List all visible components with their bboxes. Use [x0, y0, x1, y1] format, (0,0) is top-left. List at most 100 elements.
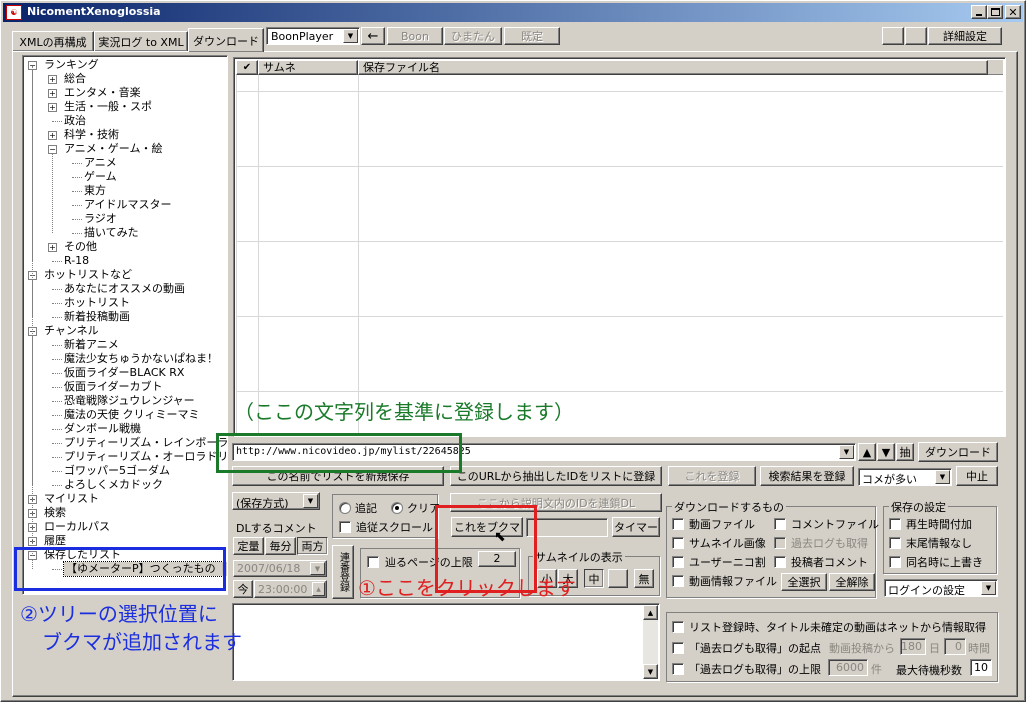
tree-item[interactable]: アニメ・ゲーム・絵 — [64, 142, 162, 156]
deselect-all-button[interactable]: 全解除 — [829, 573, 875, 591]
tree-item[interactable]: 新着投稿動画 — [64, 310, 130, 324]
tree-item[interactable]: プリティーリズム・レインボーライブ — [64, 436, 227, 450]
tree-item[interactable]: ランキング — [44, 58, 99, 72]
register-results-button[interactable]: 検索結果を登録 — [760, 466, 854, 486]
follow-scroll-checkbox[interactable] — [339, 521, 351, 533]
download-button[interactable]: ダウンロード — [918, 442, 998, 462]
tree-item[interactable]: ゲーム — [84, 170, 117, 184]
thumb-none-button[interactable]: 無 — [634, 569, 654, 588]
thumb-mid-button[interactable]: 中 — [584, 569, 604, 588]
tree-item[interactable]: ホットリスト — [64, 296, 130, 310]
check-column-header[interactable]: ✔ — [236, 60, 258, 75]
video-info-checkbox[interactable] — [672, 575, 684, 587]
tab-live-log[interactable]: 実況ログ to XML — [94, 31, 188, 51]
boon-button[interactable]: Boon — [387, 27, 443, 45]
serial-register-button[interactable]: 連番登録 — [332, 545, 354, 599]
tree-item[interactable]: プリティーリズム・オーロラドリーム — [64, 450, 227, 464]
both-button[interactable]: 両方 — [297, 537, 328, 555]
tree-item[interactable]: アニメ — [84, 156, 117, 170]
extract-button[interactable]: 抽 — [896, 443, 914, 461]
toolbar-blank-1[interactable] — [882, 27, 904, 45]
timer-button[interactable]: タイマー — [612, 517, 660, 537]
days-field[interactable]: 180 — [900, 638, 926, 655]
user-niko-checkbox[interactable] — [672, 556, 684, 568]
comment-sort-select[interactable]: コメが多い ▼ — [858, 468, 952, 486]
now-button[interactable]: 今 — [233, 580, 253, 598]
count-field[interactable]: 6000 — [828, 659, 868, 676]
tree-item[interactable]: ローカルパス — [44, 520, 110, 534]
hours-field[interactable]: 0 — [944, 638, 966, 655]
file-column-header[interactable]: 保存ファイル名 — [358, 60, 988, 75]
tree-item[interactable]: よろしくメカドック — [64, 478, 163, 492]
save-mode-select[interactable]: (保存方式) ▼ — [232, 492, 320, 510]
tab-xml-rebuild[interactable]: XMLの再構成 — [12, 31, 94, 51]
date-picker[interactable]: 2007/06/18 ▼ — [233, 560, 327, 577]
tab-download[interactable]: ダウンロード — [188, 28, 264, 52]
tree-item[interactable]: 魔法の天使 クリィミーマミ — [64, 408, 200, 422]
select-all-button[interactable]: 全選択 — [781, 573, 827, 591]
tree-item[interactable]: 恐竜戦隊ジュウレンジャー — [64, 394, 195, 408]
expand-icon[interactable]: + — [48, 243, 57, 252]
tree-item[interactable]: その他 — [64, 240, 97, 254]
tree-item[interactable]: 描いてみた — [84, 226, 139, 240]
clear-radio[interactable] — [391, 502, 403, 514]
tree-item[interactable]: 東方 — [84, 184, 106, 198]
comment-file-checkbox[interactable] — [774, 518, 786, 530]
tree-item[interactable]: エンタメ・音楽 — [64, 86, 141, 100]
category-tree[interactable]: − ランキング + 総合 + エンタメ・音楽 + 生活・一般・スポ 政治 + 科学・技術 − アニメ・ゲ… — [22, 55, 228, 595]
tree-item[interactable]: 生活・一般・スポ — [64, 100, 152, 114]
tree-item[interactable]: 科学・技術 — [64, 128, 119, 142]
default-button[interactable]: 既定 — [504, 27, 560, 45]
tree-item[interactable]: アイドルマスター — [84, 198, 171, 212]
tree-item[interactable]: チャンネル — [44, 324, 99, 338]
thumb-blank-button[interactable] — [608, 569, 628, 588]
collapse-icon[interactable]: − — [48, 145, 57, 154]
tree-item[interactable]: 履歴 — [44, 534, 66, 548]
tree-item[interactable]: ダンボール戦機 — [64, 422, 141, 436]
past-start-checkbox[interactable] — [672, 642, 684, 654]
tree-item[interactable]: 新着アニメ — [64, 338, 119, 352]
expand-icon[interactable]: + — [48, 131, 57, 140]
play-time-checkbox[interactable] — [889, 518, 901, 530]
tree-item[interactable]: R-18 — [64, 254, 89, 268]
per-minute-button[interactable]: 毎分 — [265, 537, 296, 555]
poster-comment-checkbox[interactable] — [774, 556, 786, 568]
tree-item[interactable]: 検索 — [44, 506, 66, 520]
follow-pages-checkbox[interactable] — [367, 556, 379, 568]
thumb-column-header[interactable]: サムネ — [258, 60, 358, 75]
log-textarea[interactable]: ▲ ▼ — [232, 603, 660, 681]
back-arrow-button[interactable]: ← — [361, 27, 385, 45]
himan-button[interactable]: ひまたん — [444, 27, 502, 45]
maximize-button[interactable] — [987, 5, 1003, 19]
move-down-button[interactable]: ▼ — [877, 443, 895, 461]
login-settings-select[interactable]: ログインの設定 ▼ — [884, 579, 998, 597]
title-bar[interactable]: ☯ NicomentXenoglossia ✕ — [3, 3, 1023, 22]
append-radio[interactable] — [339, 502, 351, 514]
tree-item[interactable]: ホットリストなど — [44, 268, 132, 282]
register-this-button[interactable]: これを登録 — [668, 466, 756, 486]
close-button[interactable]: ✕ — [1005, 5, 1021, 19]
tree-item[interactable]: ゴワッパー5ゴーダム — [64, 464, 170, 478]
tree-item[interactable]: マイリスト — [44, 492, 99, 506]
scroll-up-button[interactable]: ▲ — [643, 605, 658, 620]
fetch-info-checkbox[interactable] — [672, 621, 684, 633]
expand-icon[interactable]: + — [48, 75, 57, 84]
time-picker[interactable]: 23:00:00 ▲ — [254, 580, 327, 598]
tree-item[interactable]: ラジオ — [84, 212, 117, 226]
minimize-button[interactable] — [971, 5, 987, 19]
video-file-checkbox[interactable] — [672, 518, 684, 530]
expand-icon[interactable]: + — [48, 89, 57, 98]
tree-item[interactable]: 仮面ライダーBLACK RX — [64, 366, 184, 380]
expand-icon[interactable]: + — [48, 103, 57, 112]
past-limit-checkbox[interactable] — [672, 663, 684, 675]
register-ids-button[interactable]: このURLから抽出したIDをリストに登録 — [450, 466, 662, 486]
toolbar-blank-2[interactable] — [905, 27, 927, 45]
tree-item[interactable]: 政治 — [64, 114, 86, 128]
no-tail-checkbox[interactable] — [889, 537, 901, 549]
tree-item[interactable]: 総合 — [64, 72, 86, 86]
move-up-button[interactable]: ▲ — [858, 443, 876, 461]
bookmark-field[interactable] — [526, 518, 608, 537]
thumb-image-checkbox[interactable] — [672, 537, 684, 549]
file-list[interactable]: ✔ サムネ 保存ファイル名 — [233, 57, 1006, 437]
tree-item[interactable]: 仮面ライダーカブト — [64, 380, 163, 394]
